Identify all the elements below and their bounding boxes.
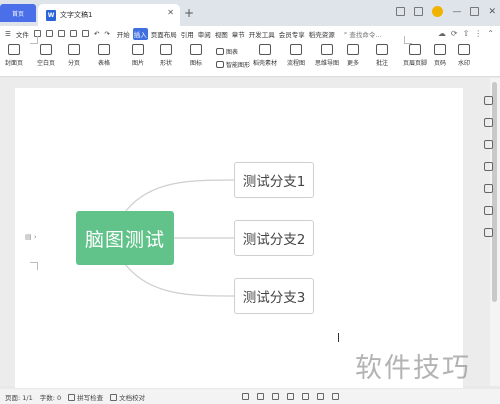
web-view-icon[interactable]	[302, 393, 310, 400]
adjust-icon[interactable]	[483, 162, 493, 171]
read-view-icon[interactable]	[287, 393, 295, 400]
mindmap-root-node[interactable]: 脑图测试	[76, 211, 174, 265]
style-icon[interactable]	[483, 96, 493, 105]
status-bar: 页面: 1/1 字数: 0 拼写检查 文档校对	[0, 389, 500, 404]
page-count[interactable]: 页面: 1/1	[5, 392, 33, 402]
mindmap-connectors	[124, 179, 237, 297]
mindmap-branch-node[interactable]: 测试分支3	[234, 278, 314, 314]
spell-check-button[interactable]: 拼写检查	[68, 392, 103, 402]
fullscreen-icon[interactable]	[332, 393, 340, 400]
spell-check-label: 拼写检查	[77, 393, 104, 402]
settings-icon[interactable]	[483, 206, 493, 215]
image-icon[interactable]	[483, 184, 493, 193]
proofread-label: 文档校对	[119, 393, 146, 402]
watermark-text: 软件技巧	[355, 353, 471, 384]
selection-pointer-icon[interactable]	[483, 118, 493, 127]
help-icon[interactable]	[483, 228, 493, 237]
page-view-icon[interactable]	[257, 393, 265, 400]
eye-protect-icon[interactable]	[242, 393, 250, 400]
spell-check-icon	[68, 394, 76, 401]
embed-anchor-icon[interactable]: ▤ ›	[25, 233, 37, 241]
proofread-button[interactable]: 文档校对	[110, 392, 145, 402]
proofread-icon	[110, 394, 118, 401]
text-cursor	[338, 333, 339, 342]
word-count[interactable]: 字数: 0	[40, 392, 61, 402]
pen-icon[interactable]	[317, 393, 325, 400]
right-tool-rail	[476, 86, 500, 346]
mindmap-branch-node[interactable]: 测试分支1	[234, 162, 314, 198]
mindmap-branch-node[interactable]: 测试分支2	[234, 220, 314, 256]
arrow-pointer-icon[interactable]	[483, 140, 493, 149]
outline-view-icon[interactable]	[272, 393, 280, 400]
